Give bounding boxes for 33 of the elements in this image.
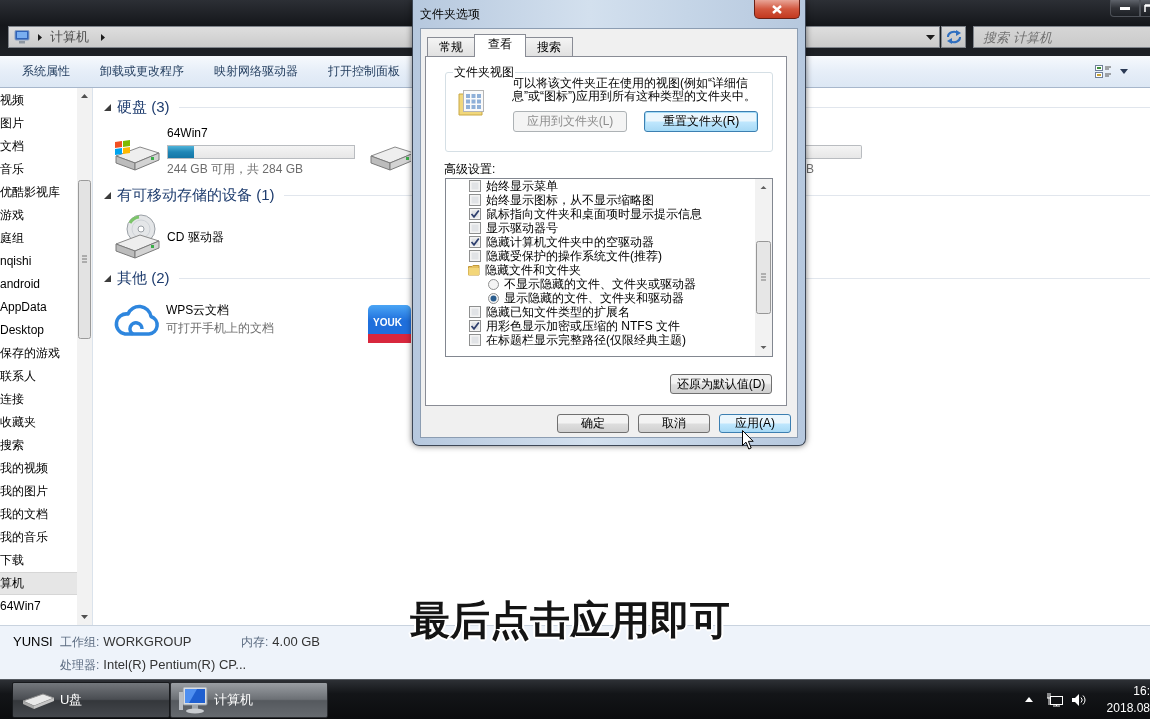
drive-space-text: 244 GB 可用，共 284 GB xyxy=(167,161,305,177)
field-label: 处理器: xyxy=(60,658,100,672)
checkbox-label: 隐藏受保护的操作系统文件(推荐) xyxy=(486,249,662,263)
dialog-title: 文件夹选项 xyxy=(420,5,480,23)
computer-name: YUNSI xyxy=(13,633,54,651)
app-description: 可打开手机上的文档 xyxy=(166,320,274,336)
field-value: Intel(R) Pentium(R) CP... xyxy=(103,657,247,672)
field-value: WORKGROUP xyxy=(103,634,192,649)
checkbox-label: 始终显示菜单 xyxy=(486,179,558,193)
setting-group-label: 隐藏文件和文件夹 xyxy=(485,263,581,277)
radio-label: 不显示隐藏的文件、文件夹或驱动器 xyxy=(504,277,696,291)
field-label: 工作组: xyxy=(60,635,100,649)
app-logo: YOUK xyxy=(368,305,411,343)
checkbox-label: 鼠标指向文件夹和桌面项时显示提示信息 xyxy=(486,207,702,221)
checkbox-label: 显示驱动器号 xyxy=(486,221,558,235)
app-name: WPS云文档 xyxy=(166,302,231,318)
drive-name: 64Win7 xyxy=(167,125,209,141)
group-heading: 硬盘 (3) xyxy=(117,97,170,117)
drive-space-text: B xyxy=(806,161,815,177)
section-label: 高级设置: xyxy=(444,162,497,176)
drive-name: CD 驱动器 xyxy=(167,229,224,245)
checkbox-label: 用彩色显示加密或压缩的 NTFS 文件 xyxy=(486,319,680,333)
checkbox-label: 在标题栏显示完整路径(仅限经典主题) xyxy=(486,333,686,347)
subtitle-caption: 最后点击应用即可 xyxy=(410,597,730,644)
field-value: 4.00 GB xyxy=(272,634,321,649)
checkbox-label: 隐藏已知文件类型的扩展名 xyxy=(486,305,630,319)
checkbox-label: 隐藏计算机文件夹中的空驱动器 xyxy=(486,235,654,249)
group-heading: 其他 (2) xyxy=(117,268,170,288)
field-label: 内存: xyxy=(241,635,269,649)
group-heading: 有可移动存储的设备 (1) xyxy=(117,185,275,205)
radio-label: 显示隐藏的文件、文件夹和驱动器 xyxy=(504,291,684,305)
group-box-title: 文件夹视图 xyxy=(453,65,515,79)
checkbox-label: 始终显示图标，从不显示缩略图 xyxy=(486,193,654,207)
